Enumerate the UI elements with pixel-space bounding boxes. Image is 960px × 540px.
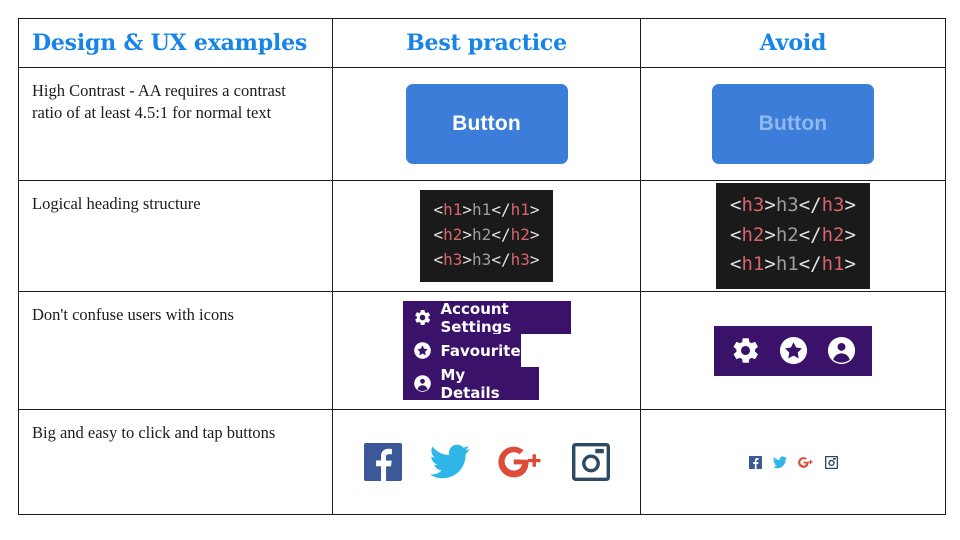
code-content: h1 bbox=[775, 253, 799, 276]
code-line: <h1>h1</h1> bbox=[730, 253, 856, 276]
row-description-icons: Don't confuse users with icons bbox=[32, 305, 234, 324]
high-contrast-button-bad[interactable]: Button bbox=[712, 84, 874, 164]
person-circle-icon bbox=[413, 374, 432, 393]
googleplus-icon[interactable] bbox=[497, 443, 544, 481]
menu-item-favourited-label: Favourited bbox=[440, 341, 532, 360]
code-open-tag: h2 bbox=[443, 225, 463, 245]
twitter-icon[interactable] bbox=[772, 455, 787, 469]
high-contrast-button-good[interactable]: Button bbox=[405, 84, 568, 164]
instagram-icon[interactable] bbox=[824, 455, 838, 469]
accessibility-comparison-table: Design & UX examples Best practice Avoid… bbox=[18, 18, 946, 515]
row-description-cell-tap-targets: Big and easy to click and tap buttons bbox=[18, 409, 333, 515]
code-line: <h1>h1</h1> bbox=[433, 200, 540, 220]
social-icon-row-small bbox=[748, 455, 838, 469]
googleplus-icon[interactable] bbox=[797, 456, 814, 469]
person-circle-icon[interactable] bbox=[826, 335, 857, 366]
code-close-tag: h2 bbox=[510, 225, 530, 245]
code-open-tag: h3 bbox=[741, 194, 765, 217]
column-header-examples-label: Design & UX examples bbox=[32, 30, 308, 56]
table-row: Big and easy to click and tap buttons bbox=[18, 409, 946, 515]
row-description-cell-icons: Don't confuse users with icons bbox=[18, 291, 333, 410]
menu-item-account-settings-label: Account Settings bbox=[440, 299, 512, 336]
menu-item-my-details-label: My Details bbox=[440, 365, 500, 402]
avoid-cell-high-contrast: Button bbox=[640, 67, 946, 181]
gear-icon bbox=[413, 308, 432, 327]
code-content: h3 bbox=[775, 194, 799, 217]
instagram-icon[interactable] bbox=[571, 442, 610, 482]
best-practice-cell-tap-targets bbox=[332, 409, 641, 515]
code-close-tag: h3 bbox=[510, 249, 530, 269]
table-row: High Contrast - AA requires a contrast r… bbox=[18, 67, 946, 181]
star-circle-icon bbox=[413, 341, 432, 360]
table-header-row: Design & UX examples Best practice Avoid bbox=[18, 18, 946, 68]
code-content: h2 bbox=[472, 225, 492, 245]
avoid-cell-tap-targets bbox=[640, 409, 946, 515]
code-line: <h2>h2</h2> bbox=[433, 225, 540, 245]
code-open-tag: h3 bbox=[443, 249, 463, 269]
facebook-icon[interactable] bbox=[363, 443, 402, 481]
row-description-high-contrast: High Contrast - AA requires a contrast r… bbox=[32, 81, 286, 122]
menu-item-my-details[interactable]: My Details bbox=[402, 365, 539, 402]
slide-canvas: Design & UX examples Best practice Avoid… bbox=[0, 0, 960, 540]
row-description-cell-high-contrast: High Contrast - AA requires a contrast r… bbox=[18, 67, 333, 181]
star-circle-icon[interactable] bbox=[778, 335, 809, 366]
code-open-tag: h1 bbox=[741, 253, 765, 276]
code-content: h3 bbox=[472, 249, 492, 269]
code-close-tag: h1 bbox=[510, 200, 530, 220]
code-close-tag: h1 bbox=[821, 253, 845, 276]
column-header-best-practice: Best practice bbox=[332, 18, 641, 68]
code-open-tag: h1 bbox=[443, 200, 463, 220]
code-line: <h3>h3</h3> bbox=[730, 194, 856, 217]
code-close-tag: h2 bbox=[821, 223, 845, 246]
code-close-tag: h3 bbox=[821, 194, 845, 217]
menu-item-account-settings[interactable]: Account Settings bbox=[402, 299, 571, 336]
row-description-cell-heading-structure: Logical heading structure bbox=[18, 180, 333, 292]
code-content: h2 bbox=[775, 223, 799, 246]
column-header-avoid-label: Avoid bbox=[759, 30, 827, 56]
menu-item-favourited[interactable]: Favourited bbox=[402, 334, 531, 367]
best-practice-cell-heading-structure: <h1>h1</h1> <h2>h2</h2> <h3>h3</h3> bbox=[332, 180, 641, 292]
twitter-icon[interactable] bbox=[429, 443, 470, 481]
code-open-tag: h2 bbox=[741, 223, 765, 246]
heading-structure-code-good: <h1>h1</h1> <h2>h2</h2> <h3>h3</h3> bbox=[419, 190, 554, 282]
high-contrast-button-good-label: Button bbox=[452, 112, 521, 135]
code-line: <h3>h3</h3> bbox=[433, 249, 540, 269]
column-header-best-practice-label: Best practice bbox=[406, 30, 567, 56]
best-practice-cell-icons: Account Settings Favourited My Details bbox=[332, 291, 641, 410]
code-line: <h2>h2</h2> bbox=[730, 223, 856, 246]
column-header-avoid: Avoid bbox=[640, 18, 946, 68]
table-row: Logical heading structure <h1>h1</h1> <h… bbox=[18, 180, 946, 292]
heading-structure-code-bad: <h3>h3</h3> <h2>h2</h2> <h1>h1</h1> bbox=[716, 183, 870, 289]
column-header-examples: Design & UX examples bbox=[18, 18, 333, 68]
gear-icon[interactable] bbox=[730, 335, 761, 366]
avoid-cell-icons bbox=[640, 291, 946, 410]
unlabelled-icon-bar bbox=[714, 325, 872, 376]
row-description-heading-structure: Logical heading structure bbox=[32, 194, 201, 213]
labelled-icon-menu: Account Settings Favourited My Details bbox=[402, 299, 571, 402]
avoid-cell-heading-structure: <h3>h3</h3> <h2>h2</h2> <h1>h1</h1> bbox=[640, 180, 946, 292]
social-icon-row-large bbox=[363, 442, 610, 482]
facebook-icon[interactable] bbox=[748, 455, 762, 469]
table-row: Don't confuse users with icons Account S… bbox=[18, 291, 946, 410]
best-practice-cell-high-contrast: Button bbox=[332, 67, 641, 181]
code-content: h1 bbox=[472, 200, 492, 220]
high-contrast-button-bad-label: Button bbox=[758, 112, 828, 135]
row-description-tap-targets: Big and easy to click and tap buttons bbox=[32, 423, 276, 442]
